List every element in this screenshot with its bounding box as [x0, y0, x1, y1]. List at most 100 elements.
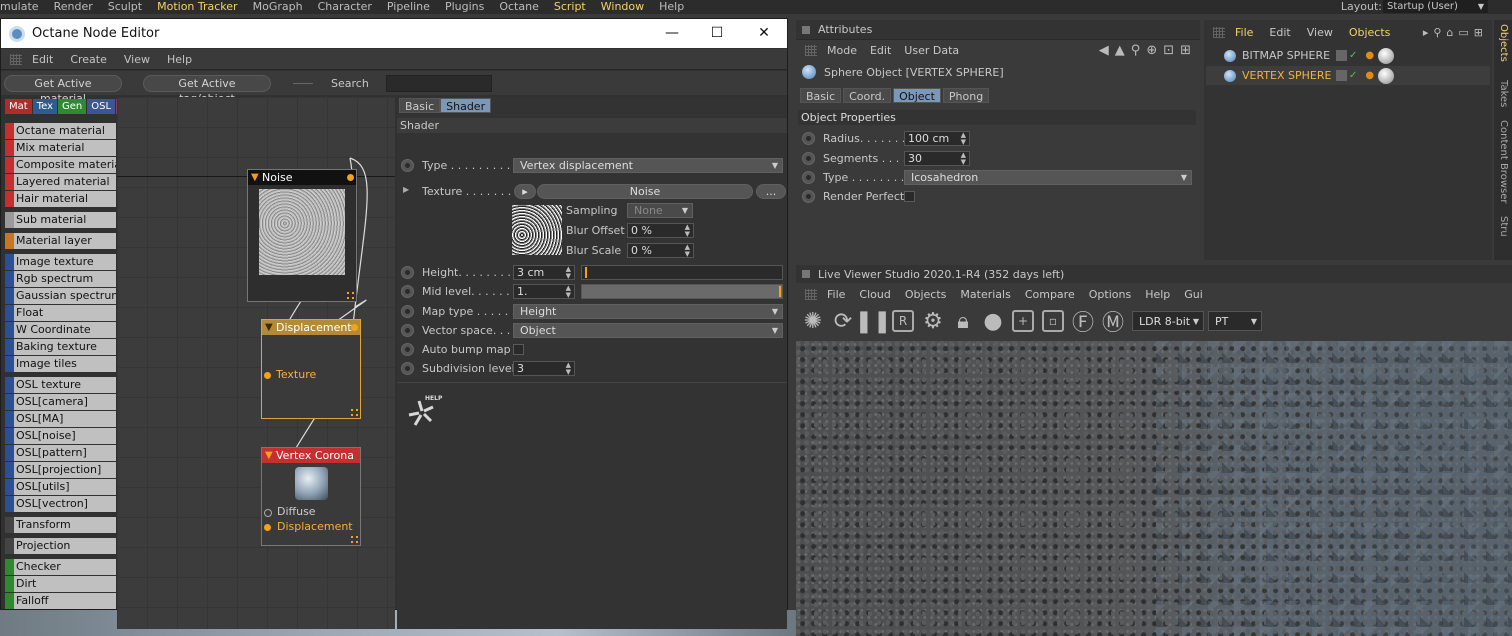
material-tag-icon[interactable]	[1378, 67, 1395, 84]
spinner-icon[interactable]: ▲ ▼	[961, 132, 966, 146]
vertex-corona-node[interactable]: ▼ Vertex Corona Diffuse Displacement	[261, 447, 361, 546]
resize-icon[interactable]	[351, 536, 358, 543]
radius-field[interactable]: 100 cm ▲ ▼	[904, 131, 970, 146]
palette-item[interactable]: Octane material	[5, 123, 116, 139]
palette-item[interactable]: W Coordinate	[5, 322, 116, 338]
menu-user-data[interactable]: User Data	[904, 44, 959, 57]
expand-triangle-icon[interactable]: ▶	[403, 185, 409, 194]
menu-item-render[interactable]: Render	[54, 0, 93, 14]
slider-handle[interactable]	[585, 267, 587, 278]
animate-radio[interactable]	[802, 132, 815, 145]
menu-gui[interactable]: Gui	[1184, 288, 1203, 301]
palette-item[interactable]: OSL[vectron]	[5, 496, 116, 512]
palette-item[interactable]: OSL[camera]	[5, 394, 116, 410]
tab-shader[interactable]: Shader	[440, 98, 492, 113]
animate-radio[interactable]	[401, 343, 414, 356]
palette-item[interactable]: OSL texture	[5, 377, 116, 393]
material-picker-icon[interactable]: Ⓜ	[1100, 308, 1126, 336]
palette-item[interactable]: OSL[pattern]	[5, 445, 116, 461]
visibility-check-icon[interactable]: ✓	[1349, 70, 1357, 81]
menu-objects[interactable]: Objects	[1349, 26, 1391, 39]
menu-item-help[interactable]: Help	[659, 0, 684, 14]
menu-mode[interactable]: Mode	[827, 44, 857, 57]
slider-handle[interactable]	[779, 286, 781, 297]
palette-item[interactable]: Baking texture	[5, 339, 116, 355]
texture-button[interactable]: Noise	[537, 184, 753, 199]
menu-item-script[interactable]: Script	[554, 0, 586, 14]
side-tab-objects[interactable]: Objects	[1495, 24, 1511, 62]
spinner-icon[interactable]: ▲ ▼	[961, 152, 966, 166]
palette-item[interactable]: Falloff	[5, 593, 116, 609]
restart-render-icon[interactable]: ⟳	[830, 308, 856, 334]
menu-item-pipeline[interactable]: Pipeline	[387, 0, 430, 14]
menu-file[interactable]: File	[827, 288, 845, 301]
tab-basic[interactable]: Basic	[399, 98, 441, 113]
tab-coord[interactable]: Coord.	[843, 88, 892, 103]
menu-compare[interactable]: Compare	[1025, 288, 1075, 301]
texture-more-button[interactable]: ...	[756, 184, 786, 199]
menu-item-motion-tracker[interactable]: Motion Tracker	[157, 0, 237, 14]
minimize-button[interactable]: —	[661, 23, 683, 43]
texture-arrow-button[interactable]: ▸	[514, 184, 536, 199]
animate-radio[interactable]	[401, 266, 414, 279]
category-tab-osl[interactable]: OSL	[87, 99, 116, 114]
layout-select[interactable]: Startup (User) ▼	[1383, 0, 1488, 13]
render-viewport[interactable]	[796, 341, 1512, 636]
menu-item-character[interactable]: Character	[318, 0, 372, 14]
menu-item-simulate[interactable]: mulate	[0, 0, 39, 14]
menu-item-mograph[interactable]: MoGraph	[253, 0, 303, 14]
menu-item-sculpt[interactable]: Sculpt	[108, 0, 142, 14]
palette-item[interactable]: OSL[MA]	[5, 411, 116, 427]
category-tab-tex[interactable]: Tex	[32, 99, 57, 114]
settings-gear-icon[interactable]: ⚙	[920, 308, 946, 334]
animate-radio[interactable]	[401, 285, 414, 298]
category-tab-gen[interactable]: Gen	[58, 99, 87, 114]
height-slider[interactable]	[581, 265, 783, 280]
noise-node[interactable]: ▼ Noise	[247, 169, 357, 302]
palette-item[interactable]: Dirt	[5, 576, 116, 592]
spinner-icon[interactable]: ▲ ▼	[566, 266, 571, 280]
octane-tag-icon[interactable]: ●	[1365, 70, 1374, 81]
menu-edit[interactable]: Edit	[32, 53, 53, 66]
palette-item[interactable]: Float	[5, 305, 116, 321]
menu-create[interactable]: Create	[70, 53, 107, 66]
lock-icon[interactable]: 🔒︎	[950, 308, 976, 334]
maximize-button[interactable]: ☐	[706, 23, 728, 43]
animate-radio[interactable]	[802, 171, 815, 184]
texture-input-pin[interactable]	[264, 372, 271, 379]
octane-help-icon[interactable]: HELP	[405, 395, 442, 429]
sampling-dropdown[interactable]: None ▼	[627, 203, 693, 218]
object-row-vertex-sphere[interactable]: VERTEX SPHERE ✓ ●	[1206, 66, 1490, 85]
render-perfect-checkbox[interactable]	[904, 191, 915, 202]
kernel-select[interactable]: PT ▼	[1208, 311, 1262, 331]
focus-picker-icon[interactable]: Ⓕ	[1070, 308, 1096, 336]
mid-level-field[interactable]: 1. ▲ ▼	[513, 284, 575, 299]
palette-item[interactable]: OSL[utils]	[5, 479, 116, 495]
menu-edit[interactable]: Edit	[1269, 26, 1290, 39]
palette-item[interactable]: Hair material	[5, 191, 116, 207]
palette-item[interactable]: Transform	[5, 517, 116, 533]
objects-tool-icons[interactable]: ▸⚲⌂▭⊞	[1423, 26, 1488, 39]
displacement-node-header[interactable]: ▼ Displacement	[262, 320, 360, 335]
animate-radio[interactable]	[401, 159, 414, 172]
vertex-corona-node-header[interactable]: ▼ Vertex Corona	[262, 448, 360, 463]
menu-item-octane[interactable]: Octane	[499, 0, 539, 14]
type-dropdown[interactable]: Vertex displacement ▼	[513, 158, 783, 173]
animate-radio[interactable]	[401, 362, 414, 375]
displacement-node[interactable]: ▼ Displacement Texture	[261, 319, 361, 419]
subtract-region-icon[interactable]: ▫	[1040, 308, 1066, 334]
panel-menu-icon[interactable]	[802, 270, 810, 278]
palette-item[interactable]: Image tiles	[5, 356, 116, 372]
noise-node-header[interactable]: ▼ Noise	[248, 170, 356, 185]
clay-mode-icon[interactable]: ●	[980, 308, 1006, 334]
category-tab-mat[interactable]: Mat	[5, 99, 32, 114]
side-tab-structure[interactable]: Stru	[1495, 216, 1511, 237]
send-scene-icon[interactable]: ✺	[800, 308, 826, 334]
get-active-material-button[interactable]: Get Active material	[4, 74, 122, 105]
segments-field[interactable]: 30 ▲ ▼	[904, 151, 970, 166]
vector-space-dropdown[interactable]: Object ▼	[513, 323, 783, 338]
spinner-icon[interactable]: ▲ ▼	[566, 362, 571, 376]
menu-view[interactable]: View	[124, 53, 150, 66]
object-row-bitmap-sphere[interactable]: BITMAP SPHERE ✓ ●	[1206, 46, 1490, 65]
get-active-tag-button[interactable]: Get Active tag/object	[143, 74, 271, 105]
